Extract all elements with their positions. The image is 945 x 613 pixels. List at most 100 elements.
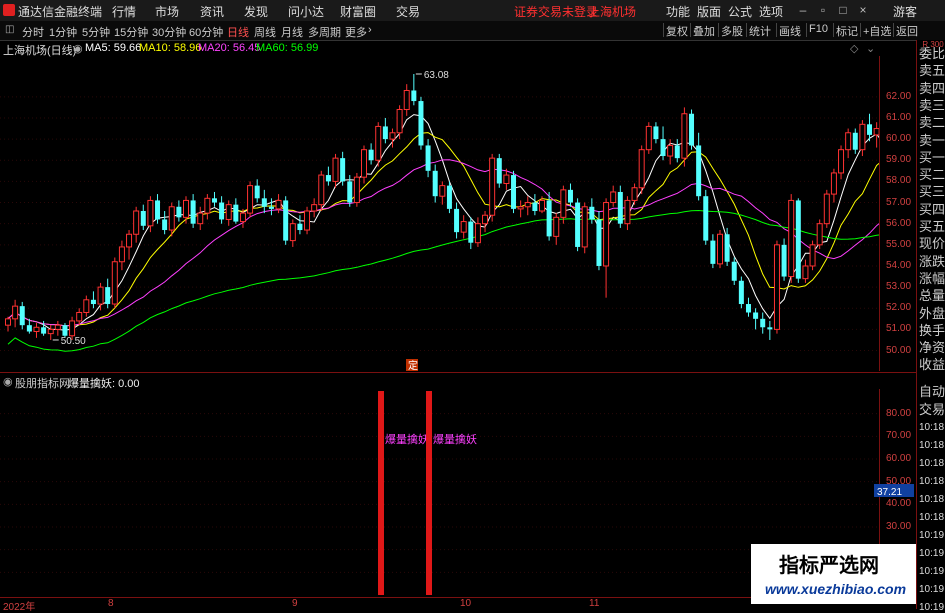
candle-body bbox=[645, 125, 652, 151]
indicator-header: ◉ 股朋指标网 爆量擒妖: 0.00 bbox=[0, 373, 880, 390]
candle-body bbox=[26, 325, 32, 332]
candle-body bbox=[511, 175, 517, 209]
ma-dropdown-icon[interactable]: ◉ bbox=[73, 42, 83, 55]
tab-monthly[interactable]: 月线 bbox=[281, 24, 303, 40]
mark-button[interactable]: 标记 bbox=[833, 23, 860, 38]
candle-body bbox=[325, 175, 331, 182]
restore-icon[interactable]: □ bbox=[835, 2, 851, 18]
indicator-dropdown-icon[interactable]: ◉ bbox=[3, 375, 13, 388]
f10-button[interactable]: F10 bbox=[806, 23, 830, 37]
candle-body bbox=[368, 149, 374, 161]
candle-body bbox=[496, 158, 502, 184]
date-tick: 9 bbox=[292, 598, 298, 609]
tab-more[interactable]: 更多 bbox=[345, 24, 367, 40]
candle-body bbox=[454, 208, 460, 233]
quote-field-label: 买二 bbox=[919, 167, 945, 183]
menu-item-formula[interactable]: 公式 bbox=[728, 3, 752, 20]
candle-body bbox=[396, 109, 403, 134]
candle-body bbox=[133, 210, 140, 235]
quote-field-label: 收益 bbox=[919, 357, 945, 373]
candle-body bbox=[674, 145, 680, 159]
quote-field-label: 卖四 bbox=[919, 80, 945, 96]
candle-body bbox=[532, 202, 538, 211]
candle-body bbox=[738, 280, 744, 305]
add-watchlist-button[interactable]: +自选 bbox=[860, 23, 893, 38]
tab-daily[interactable]: 日线 bbox=[227, 24, 249, 40]
candle-body bbox=[489, 157, 496, 216]
adjust-button[interactable]: 复权 bbox=[663, 23, 690, 38]
menu-bar: 通达信金融终端 行情 市场 资讯 发现 问小达 财富圈 交易 证券交易未登录 上… bbox=[0, 0, 945, 22]
candle-body bbox=[332, 157, 339, 182]
auto-trade-label[interactable]: 自动 bbox=[919, 385, 945, 399]
menu-item-market[interactable]: 市场 bbox=[155, 3, 179, 20]
menu-item-trade[interactable]: 交易 bbox=[396, 3, 420, 20]
stock-name-title: 上海机场 bbox=[588, 5, 637, 19]
ma20-line bbox=[7, 159, 880, 327]
candle-body bbox=[482, 214, 489, 225]
tab-30min[interactable]: 30分钟 bbox=[152, 24, 186, 40]
signal-bar bbox=[426, 391, 432, 595]
menu-item-layout[interactable]: 版面 bbox=[697, 3, 721, 20]
tab-intraday[interactable]: 分时 bbox=[22, 24, 44, 40]
menu-item-ask[interactable]: 问小达 bbox=[288, 3, 324, 20]
candle-body bbox=[418, 101, 424, 146]
menu-item-quotes[interactable]: 行情 bbox=[112, 3, 136, 20]
price-tick: 52.00 bbox=[886, 302, 912, 314]
tab-60min[interactable]: 60分钟 bbox=[189, 24, 223, 40]
candle-body bbox=[261, 198, 267, 207]
tab-1min[interactable]: 1分钟 bbox=[49, 24, 77, 40]
tab-weekly[interactable]: 周线 bbox=[254, 24, 276, 40]
candle-body bbox=[97, 286, 104, 305]
expand-icon[interactable]: ⌄ bbox=[866, 42, 875, 55]
settings-diamond-icon[interactable]: ◇ bbox=[850, 42, 858, 55]
back-button[interactable]: 返回 bbox=[893, 23, 920, 38]
ma-info-line: 上海机场(日线) ◉ MA5: 59.66 MA10: 58.96 MA20: … bbox=[0, 40, 880, 57]
ma60-label: MA60: 56.99 bbox=[256, 42, 319, 54]
tab-5min[interactable]: 5分钟 bbox=[82, 24, 110, 40]
date-tick: 11 bbox=[589, 598, 600, 609]
auto-trade-label[interactable]: 交易 bbox=[919, 403, 945, 417]
menu-item-discover[interactable]: 发现 bbox=[244, 3, 268, 20]
candle-body bbox=[781, 244, 787, 277]
candle-body bbox=[204, 197, 211, 214]
toggle-panel-icon[interactable]: ◫ bbox=[5, 24, 14, 35]
candle-body bbox=[225, 204, 232, 220]
indicator-current-box: 37.21 bbox=[874, 484, 914, 498]
price-axis: 62.00 61.00 60.00 59.00 58.00 57.00 56.00 55.00… bbox=[879, 56, 916, 371]
trade-time: 10:18 bbox=[919, 440, 945, 451]
login-status[interactable]: 证券交易未登录 bbox=[514, 3, 598, 20]
menu-item-wealth[interactable]: 财富圈 bbox=[340, 3, 376, 20]
quote-field-label: 卖五 bbox=[919, 63, 945, 79]
candle-body bbox=[268, 206, 274, 209]
candle-body bbox=[710, 240, 716, 264]
maximize-icon[interactable]: ▫ bbox=[815, 2, 831, 18]
stats-button[interactable]: 统计 bbox=[746, 23, 773, 38]
indicator-tick: 30.00 bbox=[886, 521, 912, 532]
multi-stock-button[interactable]: 多股 bbox=[718, 23, 745, 38]
menu-item-options[interactable]: 选项 bbox=[759, 3, 783, 20]
tab-15min[interactable]: 15分钟 bbox=[114, 24, 148, 40]
candle-body bbox=[745, 304, 751, 313]
high-price-label: 63.08 bbox=[424, 70, 449, 81]
overlay-button[interactable]: 叠加 bbox=[690, 23, 717, 38]
date-tick: 2022年 bbox=[3, 602, 36, 613]
trade-time: 10:18 bbox=[919, 494, 945, 505]
draw-line-button[interactable]: 画线 bbox=[776, 23, 803, 38]
candle-body bbox=[581, 206, 588, 248]
minimize-icon[interactable]: – bbox=[795, 2, 811, 18]
tab-multi-period[interactable]: 多周期 bbox=[308, 24, 341, 40]
menu-item-news[interactable]: 资讯 bbox=[200, 3, 224, 20]
more-chevron-icon[interactable]: › bbox=[368, 24, 372, 36]
quote-field-label: 涨跌 bbox=[919, 253, 945, 269]
close-icon[interactable]: × bbox=[855, 2, 871, 18]
menu-item-function[interactable]: 功能 bbox=[666, 3, 690, 20]
candle-body bbox=[12, 305, 19, 320]
candle-body bbox=[689, 113, 695, 146]
indicator-tick: 70.00 bbox=[886, 430, 912, 442]
candle-body bbox=[389, 132, 396, 140]
candlestick-chart[interactable]: 63.08 50.50 定 bbox=[0, 56, 880, 372]
candle-body bbox=[318, 174, 325, 206]
candle-body bbox=[589, 206, 595, 220]
guest-label[interactable]: 游客 bbox=[893, 3, 917, 20]
indicator-chart[interactable]: 爆量擒妖 爆量擒妖 bbox=[0, 389, 880, 597]
